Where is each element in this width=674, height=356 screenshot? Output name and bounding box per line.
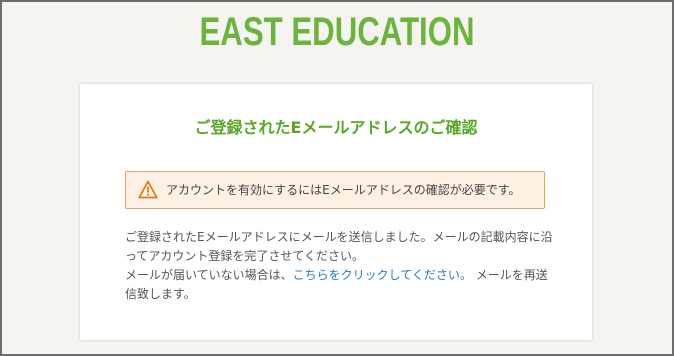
page-title: ご登録されたEメールアドレスのご確認 (194, 118, 478, 137)
warning-triangle-icon (138, 180, 158, 199)
instructions-paragraph-1: ご登録されたEメールアドレスにメールを送信しました。メールの記載内容に沿ってアカ… (125, 230, 553, 263)
email-verification-card: ご登録されたEメールアドレスのご確認 アカウントを有効にするにはEメールアドレス… (80, 84, 592, 340)
resend-email-link[interactable]: こちらをクリックしてください。 (293, 268, 472, 282)
instructions-paragraph-2: メールが届いていない場合は、こちらをクリックしてください。 メールを再送信致しま… (125, 266, 555, 304)
brand-logo: EAST EDUCATION (199, 10, 475, 54)
resend-prefix-text: メールが届いていない場合は、 (125, 268, 293, 282)
warning-alert: アカウントを有効にするにはEメールアドレスの確認が必要です。 (125, 171, 545, 209)
instructions: ご登録されたEメールアドレスにメールを送信しました。メールの記載内容に沿ってアカ… (125, 228, 555, 304)
warning-alert-text: アカウントを有効にするにはEメールアドレスの確認が必要です。 (166, 183, 521, 197)
